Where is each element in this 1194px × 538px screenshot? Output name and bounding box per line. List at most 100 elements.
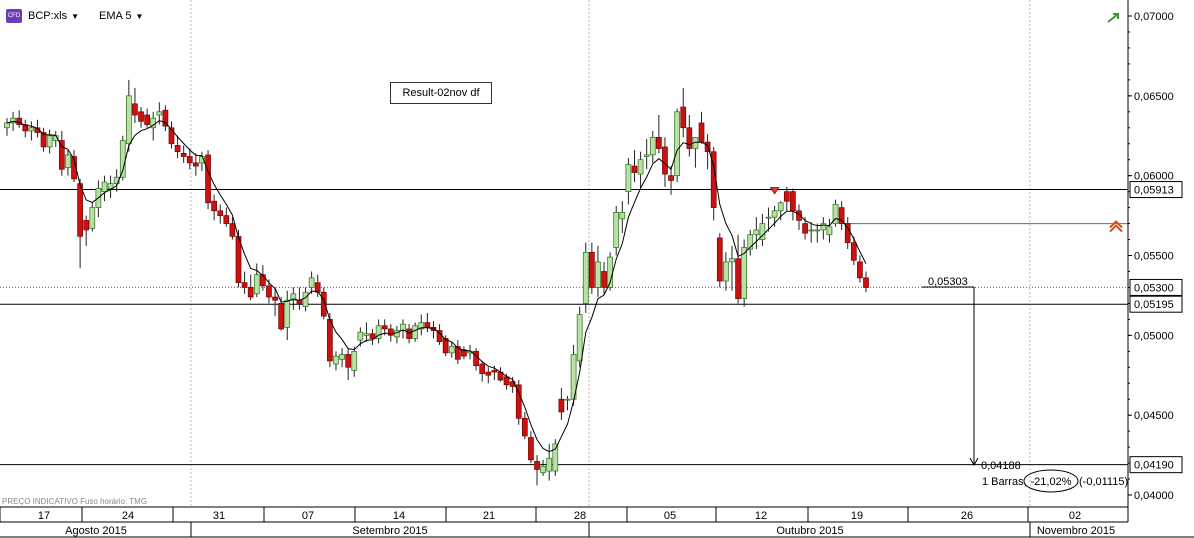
candle-body-up — [125, 95, 132, 145]
candle-body-down — [503, 376, 510, 386]
candle-body-down — [77, 183, 83, 237]
day-tick-label: 07 — [302, 510, 314, 522]
price-tick-label: 0,07000 — [1134, 11, 1174, 23]
candle-body-up — [253, 274, 260, 295]
candle-body-down — [327, 319, 333, 362]
candle-body-down — [716, 237, 723, 282]
candle-body-up — [156, 111, 163, 116]
instrument-selector[interactable]: BCP:xls ▼ — [28, 10, 79, 22]
candle-body-up — [777, 202, 784, 212]
price-line-label-text: 0,04190 — [1134, 460, 1174, 472]
day-tick-label: 14 — [393, 510, 405, 522]
candle-body-down — [278, 303, 284, 330]
candle-body-up — [808, 229, 815, 232]
candle-body-down — [783, 191, 790, 202]
candle[interactable] — [716, 233, 723, 288]
measure-bars-label: 1 Barras, — [982, 476, 1027, 488]
candle-body-down — [857, 261, 863, 279]
candle-body-down — [186, 156, 193, 164]
candle-body-up — [723, 261, 729, 282]
candle-body-down — [272, 296, 278, 301]
candle[interactable] — [741, 239, 748, 307]
candle-body-down — [83, 220, 90, 231]
day-tick-label: 02 — [1069, 510, 1081, 522]
candle-body-down — [680, 106, 687, 129]
candle[interactable] — [515, 380, 522, 425]
price-tick-label: 0,05000 — [1134, 330, 1174, 342]
price-line-label: 0,05913 — [1129, 181, 1183, 199]
candle-body-up — [771, 210, 778, 218]
candle-body-down — [424, 322, 431, 328]
candle[interactable] — [582, 242, 589, 313]
candle-body-up — [46, 135, 53, 148]
candle[interactable] — [320, 287, 327, 320]
candle-body-up — [814, 229, 821, 232]
candle-body-up — [564, 398, 571, 401]
day-tick-label: 05 — [664, 510, 676, 522]
candle-body-up — [540, 465, 546, 473]
candle-body-up — [28, 127, 35, 132]
chart-toolbar: CFD BCP:xls ▼ EMA 5 ▼ — [6, 8, 143, 24]
candle[interactable] — [205, 150, 211, 210]
candle-body-up — [351, 350, 358, 371]
month-tick-label: Novembro 2015 — [1037, 525, 1115, 537]
measure-end-label: 0,04188 — [981, 460, 1021, 472]
day-tick-label: 21 — [483, 510, 495, 522]
candle-body-down — [211, 200, 217, 212]
candle-body-up — [107, 183, 114, 189]
candle-body-up — [412, 325, 419, 339]
candle-body-down — [534, 461, 540, 470]
candle-body-down — [589, 251, 595, 288]
candle-body-down — [698, 122, 705, 143]
candle-body-down — [381, 325, 388, 330]
candle-body-up — [625, 164, 632, 192]
current-price-label: 0,05300 — [1129, 278, 1183, 296]
candle-body-down — [217, 210, 224, 216]
candle-body-up — [753, 229, 760, 236]
day-tick-label: 19 — [851, 510, 863, 522]
footer-note: PREÇO INDICATIVO Fuso horário: TMG — [2, 497, 148, 506]
annotation-text-box[interactable]: Result-02nov df — [390, 82, 492, 104]
candle-body-up — [4, 122, 10, 129]
price-tick-label: 0,04500 — [1134, 410, 1174, 422]
candle-body-up — [363, 333, 370, 336]
candlestick-chart[interactable]: 0,07000 0,06500 0,06000 0,05500 0,05000 0,045… — [0, 0, 1194, 538]
candle-body-up — [582, 251, 589, 304]
month-tick-label: Outubro 2015 — [776, 525, 843, 537]
day-tick-label: 17 — [38, 510, 50, 522]
candle-body-up — [89, 207, 96, 229]
candle-body-up — [649, 136, 656, 156]
candle-body-down — [668, 175, 674, 181]
candle-body-down — [656, 136, 662, 149]
candle-body-down — [838, 207, 845, 224]
candle-body-down — [479, 363, 486, 375]
candle-body-up — [308, 277, 315, 288]
chevron-down-icon: ▼ — [71, 11, 80, 21]
candle-body-down — [790, 191, 796, 212]
candle-body-down — [406, 328, 412, 339]
instrument-label: BCP:xls — [28, 10, 68, 22]
price-tick-label: 0,04000 — [1134, 490, 1174, 502]
indicator-selector[interactable]: EMA 5 ▼ — [99, 10, 143, 22]
month-tick-label: Setembro 2015 — [352, 525, 427, 537]
candle-body-up — [826, 226, 833, 236]
candle-body-down — [844, 223, 851, 244]
candle[interactable] — [412, 322, 419, 342]
candle-body-up — [357, 331, 364, 341]
candle-body-down — [387, 328, 394, 336]
candle-body-up — [643, 154, 650, 157]
candle-body-up — [741, 247, 748, 299]
candle-body-down — [223, 215, 230, 224]
candle-body-up — [448, 346, 455, 354]
candle[interactable] — [674, 108, 680, 183]
candle-body-up — [101, 181, 108, 192]
candle-body-up — [619, 212, 626, 220]
candle-body-down — [485, 371, 492, 376]
price-tick-label: 0,06500 — [1134, 91, 1174, 103]
candle-body-down — [558, 398, 565, 413]
candle-body-down — [314, 282, 321, 293]
price-line-label-text: 0,05913 — [1134, 185, 1174, 197]
candle-body-down — [345, 354, 352, 368]
candle-body-down — [247, 287, 254, 298]
candle-body-down — [850, 242, 857, 261]
